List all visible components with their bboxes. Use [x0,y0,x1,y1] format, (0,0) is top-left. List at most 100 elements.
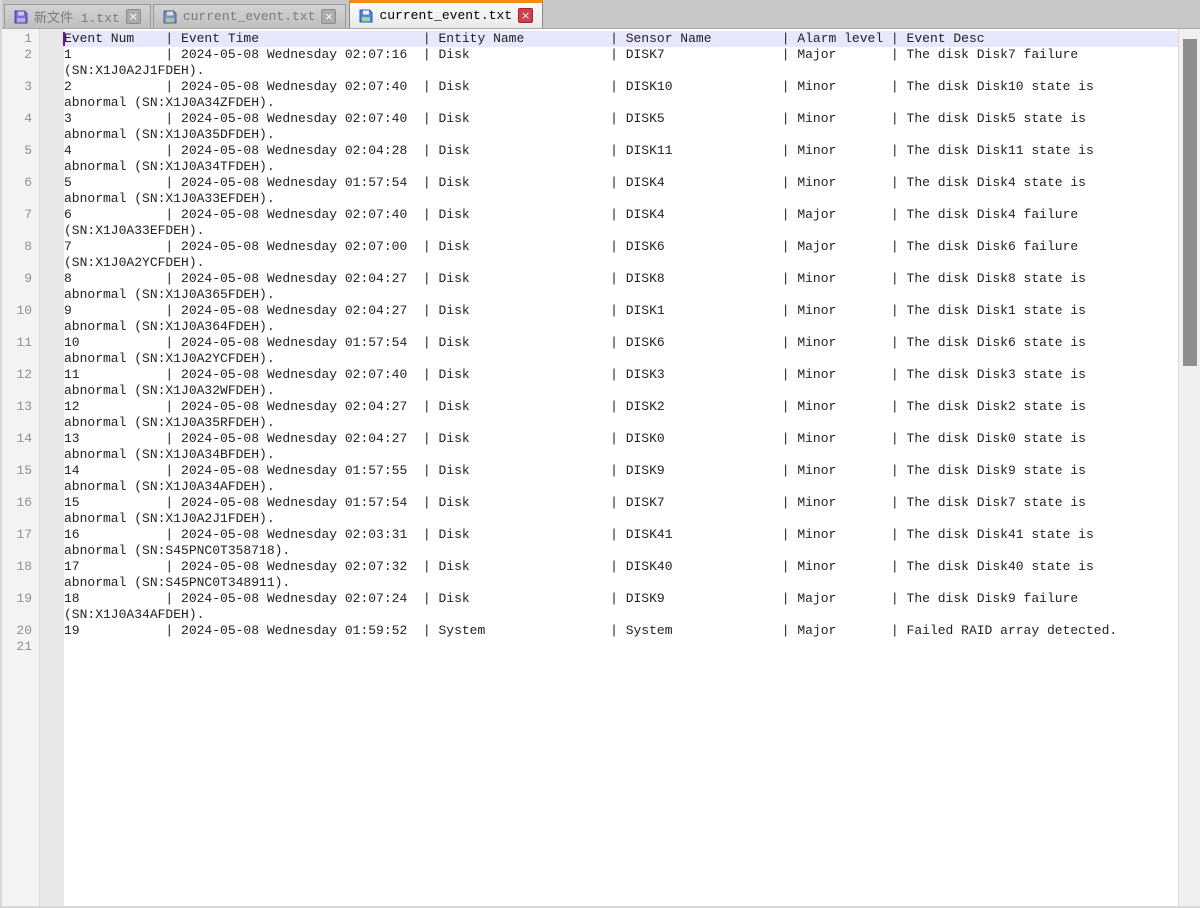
line-number[interactable] [2,415,39,431]
editor-line[interactable]: 1413 | 2024-05-08 Wednesday 02:04:27 | D… [2,431,1178,447]
editor-line[interactable]: abnormal (SN:X1J0A2YCFDEH). [2,351,1178,367]
line-number[interactable]: 17 [2,527,39,543]
close-icon[interactable]: × [321,9,336,24]
line-number[interactable]: 4 [2,111,39,127]
bookmark-margin-cell [39,191,64,207]
editor-line[interactable]: 76 | 2024-05-08 Wednesday 02:07:40 | Dis… [2,207,1178,223]
editor-line[interactable]: 1312 | 2024-05-08 Wednesday 02:04:27 | D… [2,399,1178,415]
line-number[interactable]: 18 [2,559,39,575]
editor-line[interactable]: 43 | 2024-05-08 Wednesday 02:07:40 | Dis… [2,111,1178,127]
editor-line[interactable]: (SN:X1J0A2J1FDEH). [2,63,1178,79]
line-number[interactable]: 20 [2,623,39,639]
line-text: 10 | 2024-05-08 Wednesday 01:57:54 | Dis… [64,335,1178,351]
line-number[interactable]: 14 [2,431,39,447]
editor-line[interactable]: abnormal (SN:X1J0A34BFDEH). [2,447,1178,463]
vertical-scrollbar[interactable] [1178,29,1200,906]
editor-line[interactable]: abnormal (SN:X1J0A364FDEH). [2,319,1178,335]
line-number[interactable] [2,319,39,335]
editor-line[interactable]: abnormal (SN:X1J0A35RFDEH). [2,415,1178,431]
line-number[interactable]: 1 [2,31,39,47]
editor-line[interactable]: abnormal (SN:X1J0A34ZFDEH). [2,95,1178,111]
line-number[interactable]: 15 [2,463,39,479]
editor-line[interactable]: 1615 | 2024-05-08 Wednesday 01:57:54 | D… [2,495,1178,511]
line-number[interactable]: 5 [2,143,39,159]
line-number[interactable]: 12 [2,367,39,383]
editor-line[interactable]: 109 | 2024-05-08 Wednesday 02:04:27 | Di… [2,303,1178,319]
editor-line[interactable]: abnormal (SN:S45PNC0T358718). [2,543,1178,559]
line-number[interactable] [2,63,39,79]
line-number[interactable]: 10 [2,303,39,319]
editor-line[interactable]: 2 1 | 2024-05-08 Wednesday 02:07:16 | Dis… [2,47,1178,63]
line-number[interactable]: 21 [2,639,39,655]
editor-line[interactable]: abnormal (SN:X1J0A33EFDEH). [2,191,1178,207]
line-number[interactable] [2,607,39,623]
bookmark-margin-cell [39,479,64,495]
editor-line[interactable]: 2019 | 2024-05-08 Wednesday 01:59:52 | S… [2,623,1178,639]
editor-line[interactable]: 98 | 2024-05-08 Wednesday 02:04:27 | Dis… [2,271,1178,287]
line-number[interactable]: 19 [2,591,39,607]
editor-line[interactable]: abnormal (SN:X1J0A34TFDEH). [2,159,1178,175]
line-number[interactable] [2,223,39,239]
line-number[interactable] [2,127,39,143]
editor-line[interactable]: abnormal (SN:X1J0A32WFDEH). [2,383,1178,399]
bookmark-margin-cell [39,175,64,191]
line-text: 1 | 2024-05-08 Wednesday 02:07:16 | Disk… [64,47,1178,63]
editor-line[interactable]: abnormal (SN:X1J0A35DFDEH). [2,127,1178,143]
editor-line[interactable]: (SN:X1J0A2YCFDEH). [2,255,1178,271]
line-number[interactable]: 11 [2,335,39,351]
line-number[interactable] [2,255,39,271]
bookmark-margin-cell [39,415,64,431]
editor-line[interactable]: abnormal (SN:X1J0A34AFDEH). [2,479,1178,495]
editor-line[interactable]: abnormal (SN:X1J0A365FDEH). [2,287,1178,303]
line-text: (SN:X1J0A34AFDEH). [64,607,1178,623]
editor-line[interactable]: 11 10 | 2024-05-08 Wednesday 01:57:54 | D… [2,335,1178,351]
line-text: (SN:X1J0A2J1FDEH). [64,63,1178,79]
editor-line[interactable]: 1716 | 2024-05-08 Wednesday 02:03:31 | D… [2,527,1178,543]
bookmark-margin-cell [39,111,64,127]
editor-line[interactable]: 87 | 2024-05-08 Wednesday 02:07:00 | Dis… [2,239,1178,255]
editor-line[interactable]: 54 | 2024-05-08 Wednesday 02:04:28 | Dis… [2,143,1178,159]
line-number[interactable] [2,543,39,559]
editor-line[interactable]: 1211 | 2024-05-08 Wednesday 02:07:40 | D… [2,367,1178,383]
editor-line[interactable]: (SN:X1J0A33EFDEH). [2,223,1178,239]
editor-line[interactable]: 21 [2,639,1178,655]
editor-line[interactable]: 1817 | 2024-05-08 Wednesday 02:07:32 | D… [2,559,1178,575]
tab-new-file-1[interactable]: 新文件 1.txt × [4,4,151,28]
line-number[interactable] [2,159,39,175]
editor-line[interactable]: abnormal (SN:X1J0A2J1FDEH). [2,511,1178,527]
line-number[interactable]: 9 [2,271,39,287]
line-number[interactable] [2,191,39,207]
editor-line[interactable]: 1918 | 2024-05-08 Wednesday 02:07:24 | D… [2,591,1178,607]
line-number[interactable] [2,383,39,399]
editor-line[interactable]: 1Event Num | Event Time | Entity Name | … [2,31,1178,47]
bookmark-margin-cell [39,223,64,239]
line-number[interactable] [2,447,39,463]
editor-line[interactable]: 32 | 2024-05-08 Wednesday 02:07:40 | Dis… [2,79,1178,95]
editor-line[interactable]: (SN:X1J0A34AFDEH). [2,607,1178,623]
line-number[interactable] [2,479,39,495]
line-text: 5 | 2024-05-08 Wednesday 01:57:54 | Disk… [64,175,1178,191]
line-number[interactable]: 6 [2,175,39,191]
line-number[interactable] [2,511,39,527]
text-area[interactable]: 1Event Num | Event Time | Entity Name | … [2,31,1178,655]
close-icon[interactable]: × [518,8,533,23]
line-number[interactable] [2,95,39,111]
scrollbar-thumb[interactable] [1183,39,1197,366]
line-number[interactable]: 3 [2,79,39,95]
tab-current-event-active[interactable]: current_event.txt × [349,0,543,28]
close-icon[interactable]: × [126,9,141,24]
editor-line[interactable]: 6 5 | 2024-05-08 Wednesday 01:57:54 | Dis… [2,175,1178,191]
bookmark-margin-cell [39,399,64,415]
line-number[interactable] [2,351,39,367]
line-number[interactable]: 16 [2,495,39,511]
line-number[interactable] [2,287,39,303]
editor-line[interactable]: 1514 | 2024-05-08 Wednesday 01:57:55 | D… [2,463,1178,479]
bookmark-margin-cell [39,95,64,111]
line-number[interactable]: 13 [2,399,39,415]
editor-line[interactable]: abnormal (SN:S45PNC0T348911). [2,575,1178,591]
line-number[interactable] [2,575,39,591]
line-number[interactable]: 7 [2,207,39,223]
line-number[interactable]: 8 [2,239,39,255]
tab-current-event-1[interactable]: current_event.txt × [153,4,347,28]
line-number[interactable]: 2 [2,47,39,63]
